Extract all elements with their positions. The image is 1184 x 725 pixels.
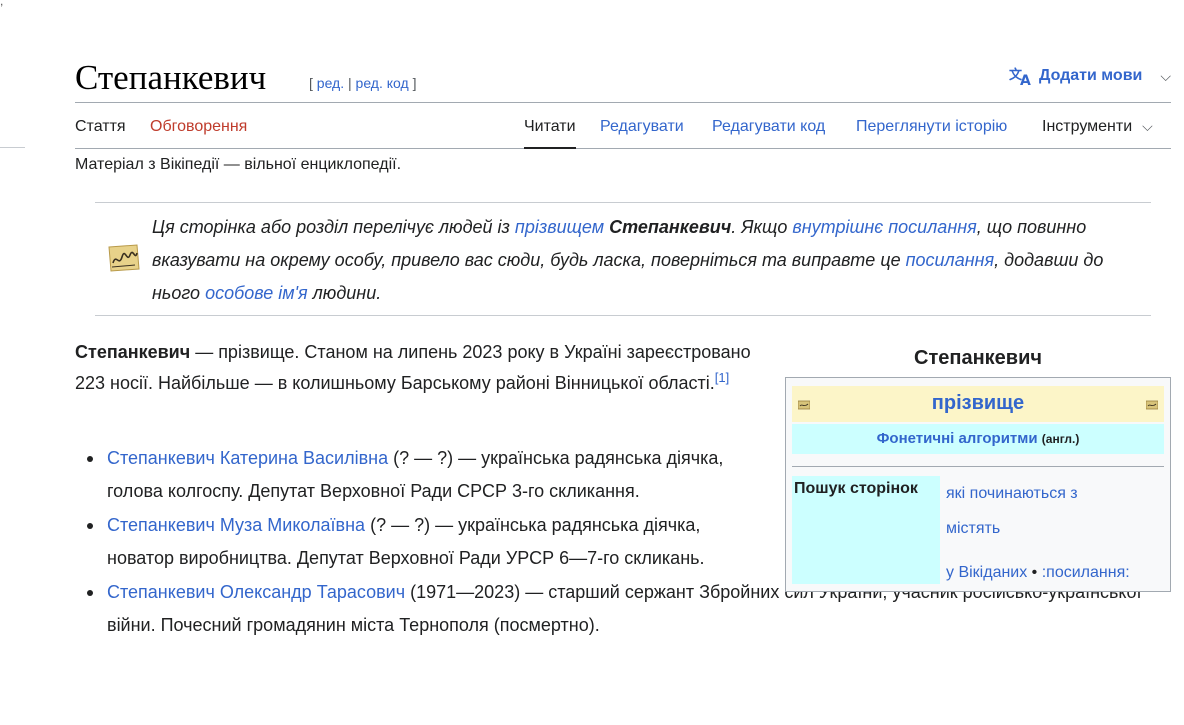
link-link[interactable]: посилання [906, 250, 995, 270]
infobox-divider [792, 466, 1164, 467]
bullet-separator: • [1027, 564, 1042, 581]
corner-mark: , [0, 0, 4, 8]
tab-edit[interactable]: Редагувати [600, 118, 684, 147]
personal-name-link[interactable]: особове ім'я [205, 283, 308, 303]
contain-link[interactable]: містять [946, 520, 1000, 537]
svg-text:A: A [1020, 73, 1031, 86]
translate-icon: 文 A [1009, 67, 1031, 86]
intro-surname: Степанкевич [75, 342, 191, 362]
surname-link[interactable]: прізвищем [515, 217, 604, 237]
infobox-title: Степанкевич [914, 347, 1042, 369]
list-item: Степанкевич Катерина Василівна (? — ?) —… [87, 442, 727, 508]
tools-menu[interactable]: Інструменти ⌵ [1042, 118, 1153, 147]
wikidata-link[interactable]: у Вікіданих [946, 564, 1027, 581]
edit-bracket-open: [ [309, 75, 317, 91]
tab-read[interactable]: Читати [524, 118, 576, 149]
add-languages-label: Додати мови [1038, 67, 1143, 84]
section-edit-links: [ ред. | ред. код ] [309, 75, 416, 91]
signature-icon [108, 244, 140, 272]
page-search-label: Пошук сторінок [792, 476, 940, 584]
tab-article[interactable]: Стаття [75, 118, 126, 147]
notice-part: . Якщо [731, 217, 793, 237]
internal-link-link[interactable]: внутрішнє посилання [792, 217, 976, 237]
add-languages-button[interactable]: 文 A Додати мови ⌵ [1009, 66, 1171, 86]
surname-category-link[interactable]: прізвище [792, 392, 1164, 415]
intro-paragraph: Степанкевич — прізвище. Станом на липень… [75, 337, 765, 399]
infobox: прізвище Фонетичні алгоритми (англ.) Пош… [785, 377, 1171, 592]
person-link[interactable]: Степанкевич Олександр Тарасович [107, 582, 405, 602]
tab-history[interactable]: Переглянути історію [856, 118, 1007, 147]
notice-part: людини. [307, 283, 382, 303]
chevron-down-icon: ⌵ [1142, 118, 1153, 134]
infobox-header: прізвище [792, 386, 1164, 422]
starts-with-link[interactable]: які починаються з [946, 485, 1078, 502]
edit-code-link[interactable]: ред. код [356, 75, 409, 91]
notice-surname: Степанкевич [609, 217, 732, 237]
person-link[interactable]: Степанкевич Муза Миколаївна [107, 515, 365, 535]
site-tagline: Матеріал з Вікіпедії — вільної енциклопе… [75, 156, 402, 173]
page-search-links: які починаються з містять у Вікіданих • … [946, 476, 1166, 590]
edit-link[interactable]: ред. [317, 75, 344, 91]
edit-separator: | [344, 75, 356, 91]
list-item: Степанкевич Муза Миколаївна (? — ?) — ук… [87, 509, 757, 575]
phonetic-algorithms-row: Фонетичні алгоритми (англ.) [792, 424, 1164, 454]
reference-link[interactable]: [1] [715, 370, 729, 385]
edit-bracket-close: ] [408, 75, 417, 91]
page-title: Степанкевич [75, 58, 267, 97]
language-note: (англ.) [1041, 432, 1080, 446]
phonetic-algorithms-link[interactable]: Фонетичні алгоритми [877, 430, 1038, 447]
tab-edit-code[interactable]: Редагувати код [712, 118, 825, 147]
sidebar-divider [0, 147, 25, 148]
tab-talk[interactable]: Обговорення [150, 118, 247, 147]
chevron-down-icon: ⌵ [1160, 67, 1171, 84]
links-link[interactable]: :посилання: [1042, 564, 1130, 581]
tabs-row: Стаття Обговорення Читати Редагувати Ред… [75, 112, 1171, 149]
title-row: Степанкевич [ ред. | ред. код ] 文 A Дода… [75, 58, 1171, 103]
tools-label: Інструменти [1042, 118, 1133, 135]
notice-text: Ця сторінка або розділ перелічує людей і… [152, 211, 1132, 310]
notice-part: Ця сторінка або розділ перелічує людей і… [152, 217, 515, 237]
signature-icon [1146, 400, 1158, 410]
person-link[interactable]: Степанкевич Катерина Василівна [107, 448, 388, 468]
disambiguation-notice: Ця сторінка або розділ перелічує людей і… [95, 202, 1151, 316]
